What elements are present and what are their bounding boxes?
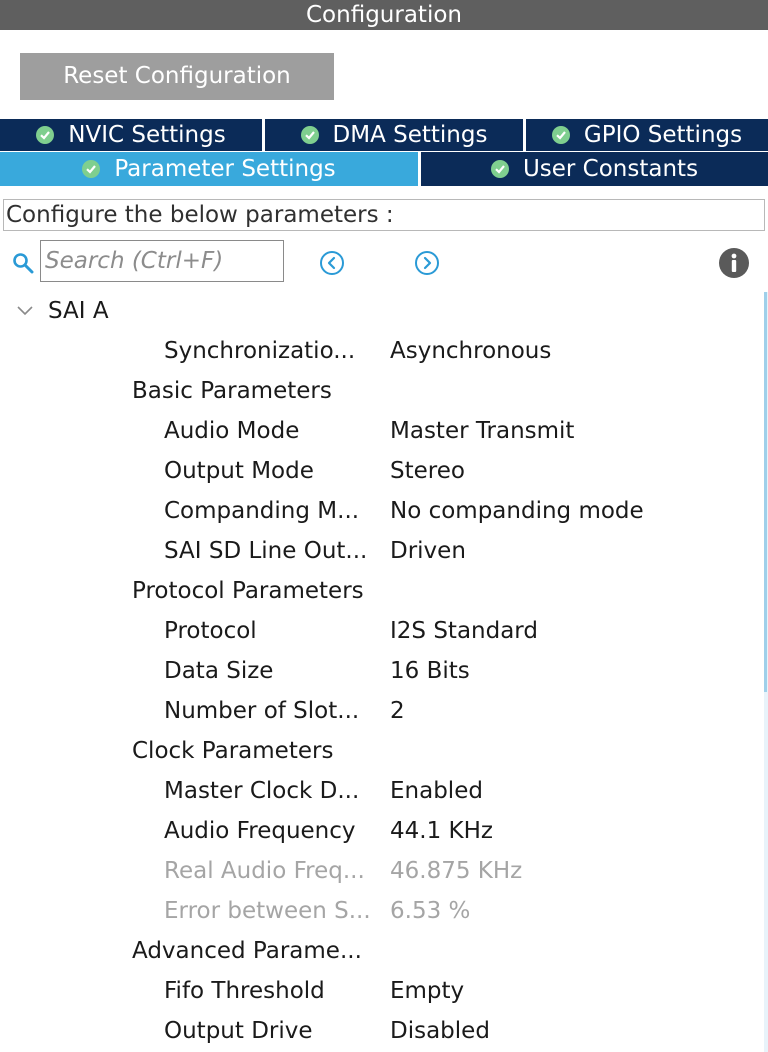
param-name: Synchronizatio... (164, 338, 356, 364)
tree-group-label: SAI A (48, 298, 109, 324)
search-input[interactable] (40, 240, 284, 282)
param-name: Error between S... (164, 898, 371, 924)
param-row[interactable]: Data Size 16 Bits (0, 651, 764, 691)
check-circle-icon (36, 126, 55, 144)
param-row[interactable]: Audio Frequency 44.1 KHz (0, 811, 764, 851)
tree-group-sai-a[interactable]: SAI A (0, 291, 764, 331)
param-row-readonly: Real Audio Freq... 46.875 KHz (0, 851, 764, 891)
param-value[interactable]: 2 (390, 691, 405, 731)
section-title: Clock Parameters (132, 738, 334, 764)
tab-label: NVIC Settings (68, 122, 226, 148)
param-name: Number of Slot... (164, 698, 360, 724)
param-row[interactable]: Protocol I2S Standard (0, 611, 764, 651)
param-name: SAI SD Line Out... (164, 538, 368, 564)
param-value[interactable]: 44.1 KHz (390, 811, 493, 851)
instructions-banner: Configure the below parameters : (3, 199, 765, 231)
param-name: Output Mode (164, 458, 314, 484)
param-value[interactable]: Empty (390, 971, 464, 1011)
check-circle-icon (300, 126, 319, 144)
param-value[interactable]: I2S Standard (390, 611, 538, 651)
check-circle-icon (82, 160, 101, 178)
tab-gpio-settings[interactable]: GPIO Settings (526, 119, 768, 151)
param-row[interactable]: SAI SD Line Out... Driven (0, 531, 764, 571)
section-title: Basic Parameters (132, 378, 332, 404)
param-value: 6.53 % (390, 898, 471, 924)
param-row[interactable]: Companding M... No companding mode (0, 491, 764, 531)
param-row[interactable]: Output Drive Disabled (0, 1011, 764, 1051)
param-name: Companding M... (164, 498, 360, 524)
param-name: Fifo Threshold (164, 978, 325, 1004)
param-value[interactable]: Enabled (390, 771, 483, 811)
param-value[interactable]: Master Transmit (390, 411, 574, 451)
tab-nvic-settings[interactable]: NVIC Settings (0, 119, 265, 151)
check-circle-icon (490, 160, 509, 178)
param-row[interactable]: Number of Slot... 2 (0, 691, 764, 731)
param-name: Master Clock D... (164, 778, 360, 804)
scrollbar-thumb[interactable] (764, 292, 767, 692)
tab-parameter-settings[interactable]: Parameter Settings (0, 152, 421, 186)
info-icon[interactable] (718, 247, 750, 279)
param-value[interactable]: 16 Bits (390, 651, 470, 691)
param-row[interactable]: Audio Mode Master Transmit (0, 411, 764, 451)
param-row[interactable]: Synchronizatio... Asynchronous (0, 331, 764, 371)
tab-row-top: NVIC Settings DMA Settings GPIO Settings (0, 119, 768, 151)
parameter-tree: SAI A Synchronizatio... Asynchronous Bas… (0, 291, 764, 1052)
vertical-scrollbar[interactable] (764, 292, 768, 1052)
check-circle-icon (551, 126, 570, 144)
reset-configuration-button[interactable]: Reset Configuration (20, 53, 334, 100)
param-name: Output Drive (164, 1018, 313, 1044)
param-name: Audio Mode (164, 418, 300, 444)
tab-row-bottom: Parameter Settings User Constants (0, 152, 768, 186)
param-value[interactable]: Driven (390, 531, 466, 571)
param-row[interactable]: Fifo Threshold Empty (0, 971, 764, 1011)
chevron-down-icon[interactable] (16, 304, 34, 318)
tab-label: Parameter Settings (114, 156, 336, 182)
param-name: Audio Frequency (164, 818, 356, 844)
param-value[interactable]: No companding mode (390, 491, 644, 531)
param-row-readonly: Error between S... 6.53 % (0, 891, 764, 931)
tab-dma-settings[interactable]: DMA Settings (265, 119, 526, 151)
param-name: Data Size (164, 658, 274, 684)
search-toolbar (0, 240, 768, 284)
tab-label: User Constants (522, 156, 699, 182)
param-value[interactable]: Asynchronous (390, 331, 551, 371)
section-clock-parameters: Clock Parameters (0, 731, 764, 771)
tab-label: GPIO Settings (583, 122, 743, 148)
tab-label: DMA Settings (332, 122, 488, 148)
section-protocol-parameters: Protocol Parameters (0, 571, 764, 611)
param-row[interactable]: Output Mode Stereo (0, 451, 764, 491)
window-title: Configuration (0, 0, 768, 30)
param-row[interactable]: Master Clock D... Enabled (0, 771, 764, 811)
tab-user-constants[interactable]: User Constants (421, 152, 768, 186)
section-title: Advanced Parame... (132, 938, 362, 964)
chevron-left-circle-icon[interactable] (319, 250, 345, 276)
param-name: Protocol (164, 618, 257, 644)
param-value[interactable]: Disabled (390, 1011, 490, 1051)
section-basic-parameters: Basic Parameters (0, 371, 764, 411)
param-value: 46.875 KHz (390, 858, 523, 884)
section-title: Protocol Parameters (132, 578, 364, 604)
param-value[interactable]: Stereo (390, 451, 465, 491)
search-icon (13, 253, 34, 274)
section-advanced-parameters: Advanced Parame... (0, 931, 764, 971)
chevron-right-circle-icon[interactable] (414, 250, 440, 276)
param-name: Real Audio Freq... (164, 858, 365, 884)
